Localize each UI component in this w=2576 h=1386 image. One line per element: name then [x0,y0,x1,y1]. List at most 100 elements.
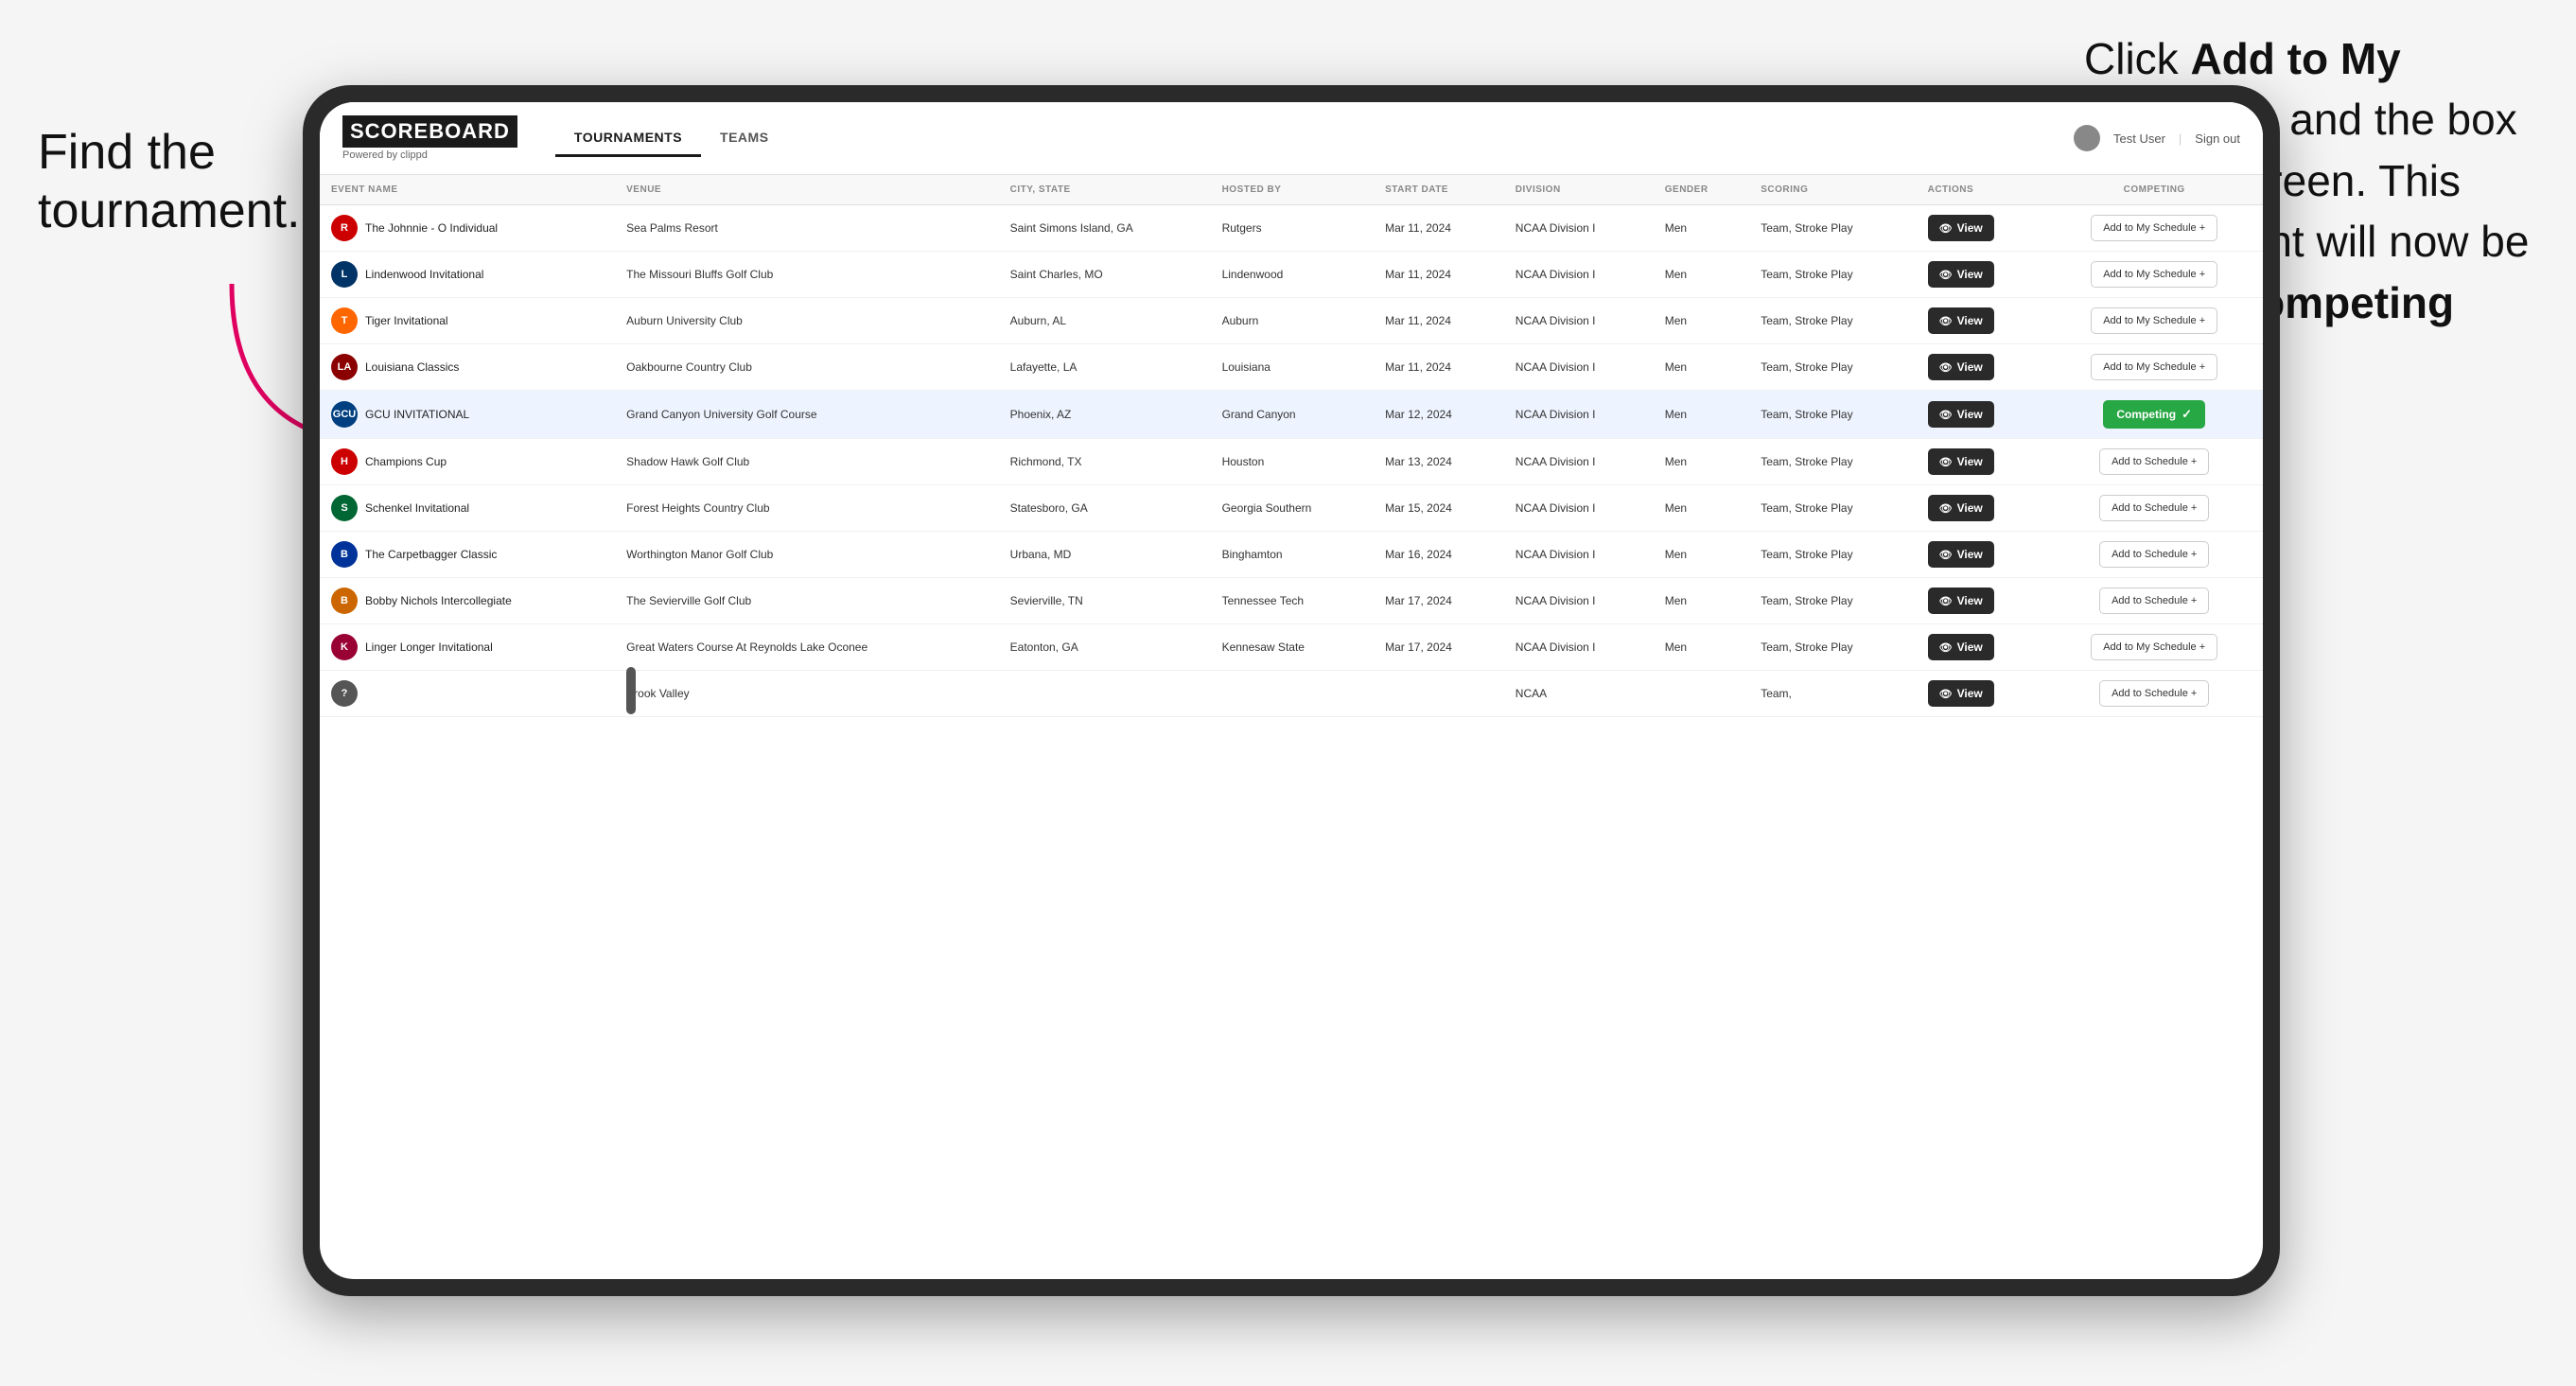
actions-cell: 👁View [1917,205,2046,252]
team-logo: T [331,307,358,334]
check-icon: ✓ [2182,407,2192,422]
hosted-by-cell: Auburn [1211,298,1375,344]
logo-sub: Powered by clippd [342,149,517,161]
header-right: Test User | Sign out [2074,125,2240,151]
tablet-frame: SCOREBOARD Powered by clippd TOURNAMENTS… [303,85,2280,1296]
view-button[interactable]: 👁View [1928,495,1994,521]
hosted-by-cell: Grand Canyon [1211,391,1375,439]
actions-cell: 👁View [1917,391,2046,439]
division-cell: NCAA Division I [1504,298,1654,344]
gender-cell: Men [1654,344,1749,391]
view-button[interactable]: 👁View [1928,354,1994,380]
add-schedule-button[interactable]: Add to Schedule + [2099,495,2209,521]
view-button[interactable]: 👁View [1928,215,1994,241]
divider: | [2179,132,2182,146]
logo-text: SCOREBOARD [342,115,517,148]
team-logo: ? [331,680,358,707]
add-schedule-button[interactable]: Add to My Schedule + [2091,215,2217,241]
tab-teams[interactable]: TEAMS [701,120,788,157]
division-cell: NCAA Division I [1504,578,1654,624]
add-schedule-button[interactable]: Add to Schedule + [2099,448,2209,475]
view-button[interactable]: 👁View [1928,307,1994,334]
view-button[interactable]: 👁View [1928,634,1994,660]
start-date-cell: Mar 11, 2024 [1374,344,1504,391]
division-cell: NCAA Division I [1504,439,1654,485]
scoring-cell: Team, [1749,671,1916,717]
add-schedule-button[interactable]: Add to My Schedule + [2091,634,2217,660]
avatar [2074,125,2100,151]
event-name-text: Champions Cup [365,455,447,468]
venue-cell: Auburn University Club [615,298,999,344]
col-actions: ACTIONS [1917,175,2046,205]
sign-out-link[interactable]: Sign out [2195,132,2240,146]
scoring-cell: Team, Stroke Play [1749,391,1916,439]
competing-button[interactable]: Competing ✓ [2103,400,2205,429]
start-date-cell: Mar 15, 2024 [1374,485,1504,532]
actions-cell: 👁View [1917,252,2046,298]
event-name-cell: R The Johnnie - O Individual [320,205,615,252]
hosted-by-cell [1211,671,1375,717]
col-event-name: EVENT NAME [320,175,615,205]
add-schedule-button[interactable]: Add to My Schedule + [2091,261,2217,288]
scoring-cell: Team, Stroke Play [1749,532,1916,578]
table-row: B Bobby Nichols Intercollegiate The Sevi… [320,578,2263,624]
hosted-by-cell: Rutgers [1211,205,1375,252]
venue-cell: Shadow Hawk Golf Club [615,439,999,485]
add-schedule-button[interactable]: Add to Schedule + [2099,588,2209,614]
division-cell: NCAA Division I [1504,344,1654,391]
view-button[interactable]: 👁View [1928,261,1994,288]
add-schedule-button[interactable]: Add to Schedule + [2099,541,2209,568]
competing-cell: Add to Schedule + [2045,671,2263,717]
tab-tournaments[interactable]: TOURNAMENTS [555,120,701,157]
actions-cell: 👁View [1917,298,2046,344]
city-cell [999,671,1211,717]
col-gender: GENDER [1654,175,1749,205]
start-date-cell: Mar 12, 2024 [1374,391,1504,439]
view-button[interactable]: 👁View [1928,541,1994,568]
view-button[interactable]: 👁View [1928,401,1994,428]
gender-cell: Men [1654,624,1749,671]
start-date-cell: Mar 16, 2024 [1374,532,1504,578]
actions-cell: 👁View [1917,532,2046,578]
eye-icon: 👁 [1939,315,1953,327]
team-logo: R [331,215,358,241]
view-button[interactable]: 👁View [1928,588,1994,614]
actions-cell: 👁View [1917,485,2046,532]
venue-cell: Great Waters Course At Reynolds Lake Oco… [615,624,999,671]
start-date-cell: Mar 11, 2024 [1374,252,1504,298]
table-row: K Linger Longer Invitational Great Water… [320,624,2263,671]
event-name-text: Bobby Nichols Intercollegiate [365,594,512,607]
view-button[interactable]: 👁View [1928,680,1994,707]
event-name-text: Louisiana Classics [365,360,459,374]
start-date-cell [1374,671,1504,717]
event-name-text: Lindenwood Invitational [365,268,483,281]
event-name-text: The Carpetbagger Classic [365,548,497,561]
event-name-cell: S Schenkel Invitational [320,485,615,532]
team-logo: H [331,448,358,475]
view-button[interactable]: 👁View [1928,448,1994,475]
actions-cell: 👁View [1917,624,2046,671]
eye-icon: 👁 [1939,688,1953,700]
add-schedule-button[interactable]: Add to Schedule + [2099,680,2209,707]
event-name-cell: B Bobby Nichols Intercollegiate [320,578,615,624]
division-cell: NCAA Division I [1504,252,1654,298]
event-name-text: Linger Longer Invitational [365,640,493,654]
table-row: LA Louisiana Classics Oakbourne Country … [320,344,2263,391]
team-logo: B [331,588,358,614]
venue-cell: The Sevierville Golf Club [615,578,999,624]
col-hosted-by: HOSTED BY [1211,175,1375,205]
table-row: GCU GCU INVITATIONAL Grand Canyon Univer… [320,391,2263,439]
eye-icon: 👁 [1939,409,1953,421]
eye-icon: 👁 [1939,595,1953,607]
add-schedule-button[interactable]: Add to My Schedule + [2091,354,2217,380]
add-schedule-button[interactable]: Add to My Schedule + [2091,307,2217,334]
hosted-by-cell: Houston [1211,439,1375,485]
actions-cell: 👁View [1917,578,2046,624]
gender-cell [1654,671,1749,717]
hosted-by-cell: Lindenwood [1211,252,1375,298]
sidebar-handle[interactable] [626,667,636,714]
city-cell: Saint Simons Island, GA [999,205,1211,252]
gender-cell: Men [1654,439,1749,485]
city-cell: Saint Charles, MO [999,252,1211,298]
hosted-by-cell: Georgia Southern [1211,485,1375,532]
